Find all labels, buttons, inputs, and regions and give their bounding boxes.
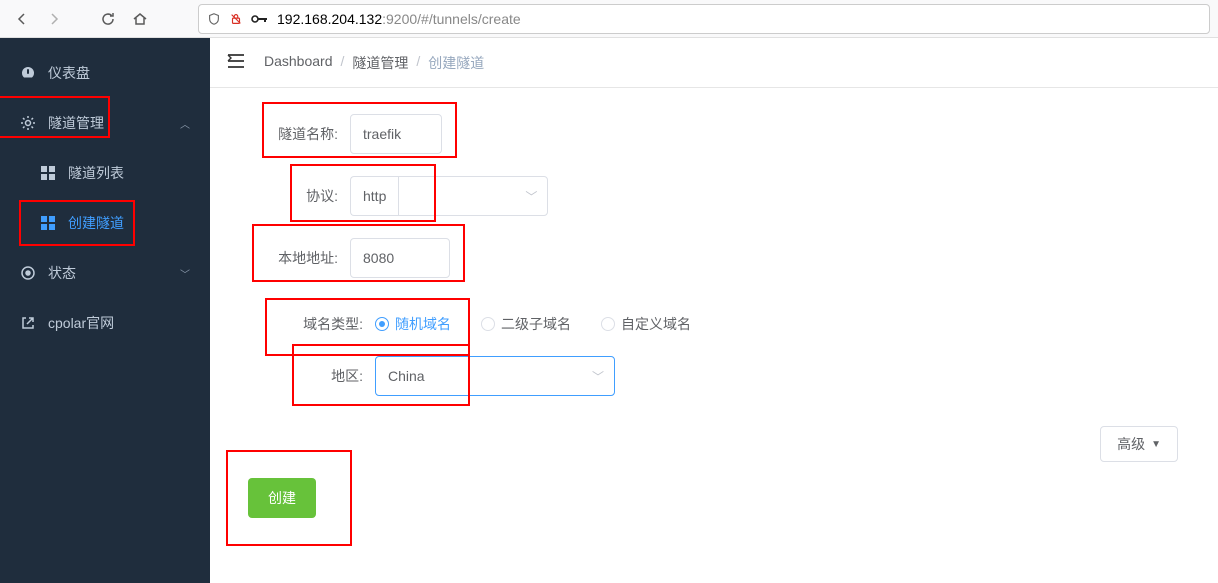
chevron-up-icon: ︿: [180, 116, 190, 131]
label-region: 地区:: [230, 366, 375, 386]
sidebar-item-label: cpolar官网: [48, 313, 114, 333]
radio-circle-icon: [601, 317, 615, 331]
url-lock-strike-icon: [229, 12, 243, 26]
sidebar-subitem-label: 隧道列表: [68, 163, 124, 183]
form-content: 隧道名称: 协议: http ﹀ 本地地址:: [210, 88, 1218, 583]
sidebar-item-status[interactable]: 状态 ﹀: [0, 248, 210, 298]
advanced-label: 高级: [1117, 434, 1145, 454]
chevron-down-icon: ﹀: [592, 368, 604, 385]
sidebar: 仪表盘 隧道管理 ︿ 隧道列表 创建隧道: [0, 38, 210, 583]
label-domain-type: 域名类型:: [230, 314, 375, 334]
advanced-button[interactable]: 高级 ▼: [1100, 426, 1178, 462]
chevron-down-icon: ﹀: [525, 188, 537, 205]
row-domain-type: 域名类型: 随机域名 二级子域名 自定义域名: [230, 314, 1178, 334]
dashboard-icon: [20, 65, 36, 81]
radio-circle-icon: [375, 317, 389, 331]
sidebar-item-dashboard[interactable]: 仪表盘: [0, 48, 210, 98]
region-value: China: [388, 368, 425, 384]
radio-subdomain[interactable]: 二级子域名: [481, 314, 571, 334]
sidebar-item-label: 仪表盘: [48, 63, 90, 83]
label-local-addr: 本地地址:: [230, 248, 350, 268]
nav-back-button[interactable]: [8, 5, 36, 33]
radio-label: 随机域名: [395, 314, 451, 334]
breadcrumb-item[interactable]: 隧道管理: [352, 53, 408, 73]
sidebar-subitem-tunnel-list[interactable]: 隧道列表: [0, 148, 210, 198]
radio-circle-icon: [481, 317, 495, 331]
sidebar-item-label: 状态: [48, 263, 76, 283]
row-tunnel-name: 隧道名称:: [230, 114, 1178, 154]
protocol-select[interactable]: ﹀: [398, 176, 548, 216]
browser-toolbar: 192.168.204.132:9200/#/tunnels/create: [0, 0, 1218, 38]
topbar: Dashboard / 隧道管理 / 创建隧道: [210, 38, 1218, 88]
row-submit: 创建: [230, 478, 1178, 518]
region-select[interactable]: China ﹀: [375, 356, 615, 396]
nav-forward-button[interactable]: [40, 5, 68, 33]
row-local-addr: 本地地址:: [230, 238, 1178, 278]
radio-label: 二级子域名: [501, 314, 571, 334]
caret-down-icon: ▼: [1151, 439, 1161, 450]
input-local-addr[interactable]: [350, 238, 450, 278]
main-content: Dashboard / 隧道管理 / 创建隧道 隧道名称: 协议: http: [210, 38, 1218, 583]
sidebar-item-label: 隧道管理: [48, 113, 104, 133]
sidebar-subitem-create-tunnel[interactable]: 创建隧道: [0, 198, 210, 248]
row-protocol: 协议: http ﹀: [230, 176, 1178, 216]
submit-button[interactable]: 创建: [248, 478, 316, 518]
row-region: 地区: China ﹀: [230, 356, 1178, 396]
url-key-icon: [251, 13, 269, 25]
nav-reload-button[interactable]: [94, 5, 122, 33]
protocol-display: http: [350, 176, 398, 216]
gear-icon: [20, 115, 36, 131]
row-advanced: 高级 ▼: [230, 426, 1178, 462]
nav-home-button[interactable]: [126, 5, 154, 33]
input-tunnel-name[interactable]: [350, 114, 442, 154]
grid-icon: [40, 166, 56, 180]
external-icon: [20, 316, 36, 330]
label-tunnel-name: 隧道名称:: [230, 124, 350, 144]
sidebar-subitem-label: 创建隧道: [68, 213, 124, 233]
breadcrumb-sep: /: [341, 53, 345, 73]
breadcrumb-current: 创建隧道: [428, 53, 484, 73]
url-bar[interactable]: 192.168.204.132:9200/#/tunnels/create: [198, 4, 1210, 34]
breadcrumb-item[interactable]: Dashboard: [264, 53, 333, 73]
grid-icon: [40, 216, 56, 230]
radio-custom-domain[interactable]: 自定义域名: [601, 314, 691, 334]
sidebar-item-cpolar-site[interactable]: cpolar官网: [0, 298, 210, 348]
radio-random-domain[interactable]: 随机域名: [375, 314, 451, 334]
url-shield-icon: [207, 12, 221, 26]
hamburger-icon[interactable]: [226, 52, 246, 73]
url-text: 192.168.204.132:9200/#/tunnels/create: [277, 11, 1201, 27]
radio-label: 自定义域名: [621, 314, 691, 334]
label-protocol: 协议:: [230, 186, 350, 206]
sidebar-item-tunnel-mgmt[interactable]: 隧道管理 ︿: [0, 98, 210, 148]
breadcrumb-sep: /: [416, 53, 420, 73]
chevron-down-icon: ﹀: [180, 266, 190, 281]
circle-icon: [20, 265, 36, 281]
breadcrumb: Dashboard / 隧道管理 / 创建隧道: [264, 53, 484, 73]
